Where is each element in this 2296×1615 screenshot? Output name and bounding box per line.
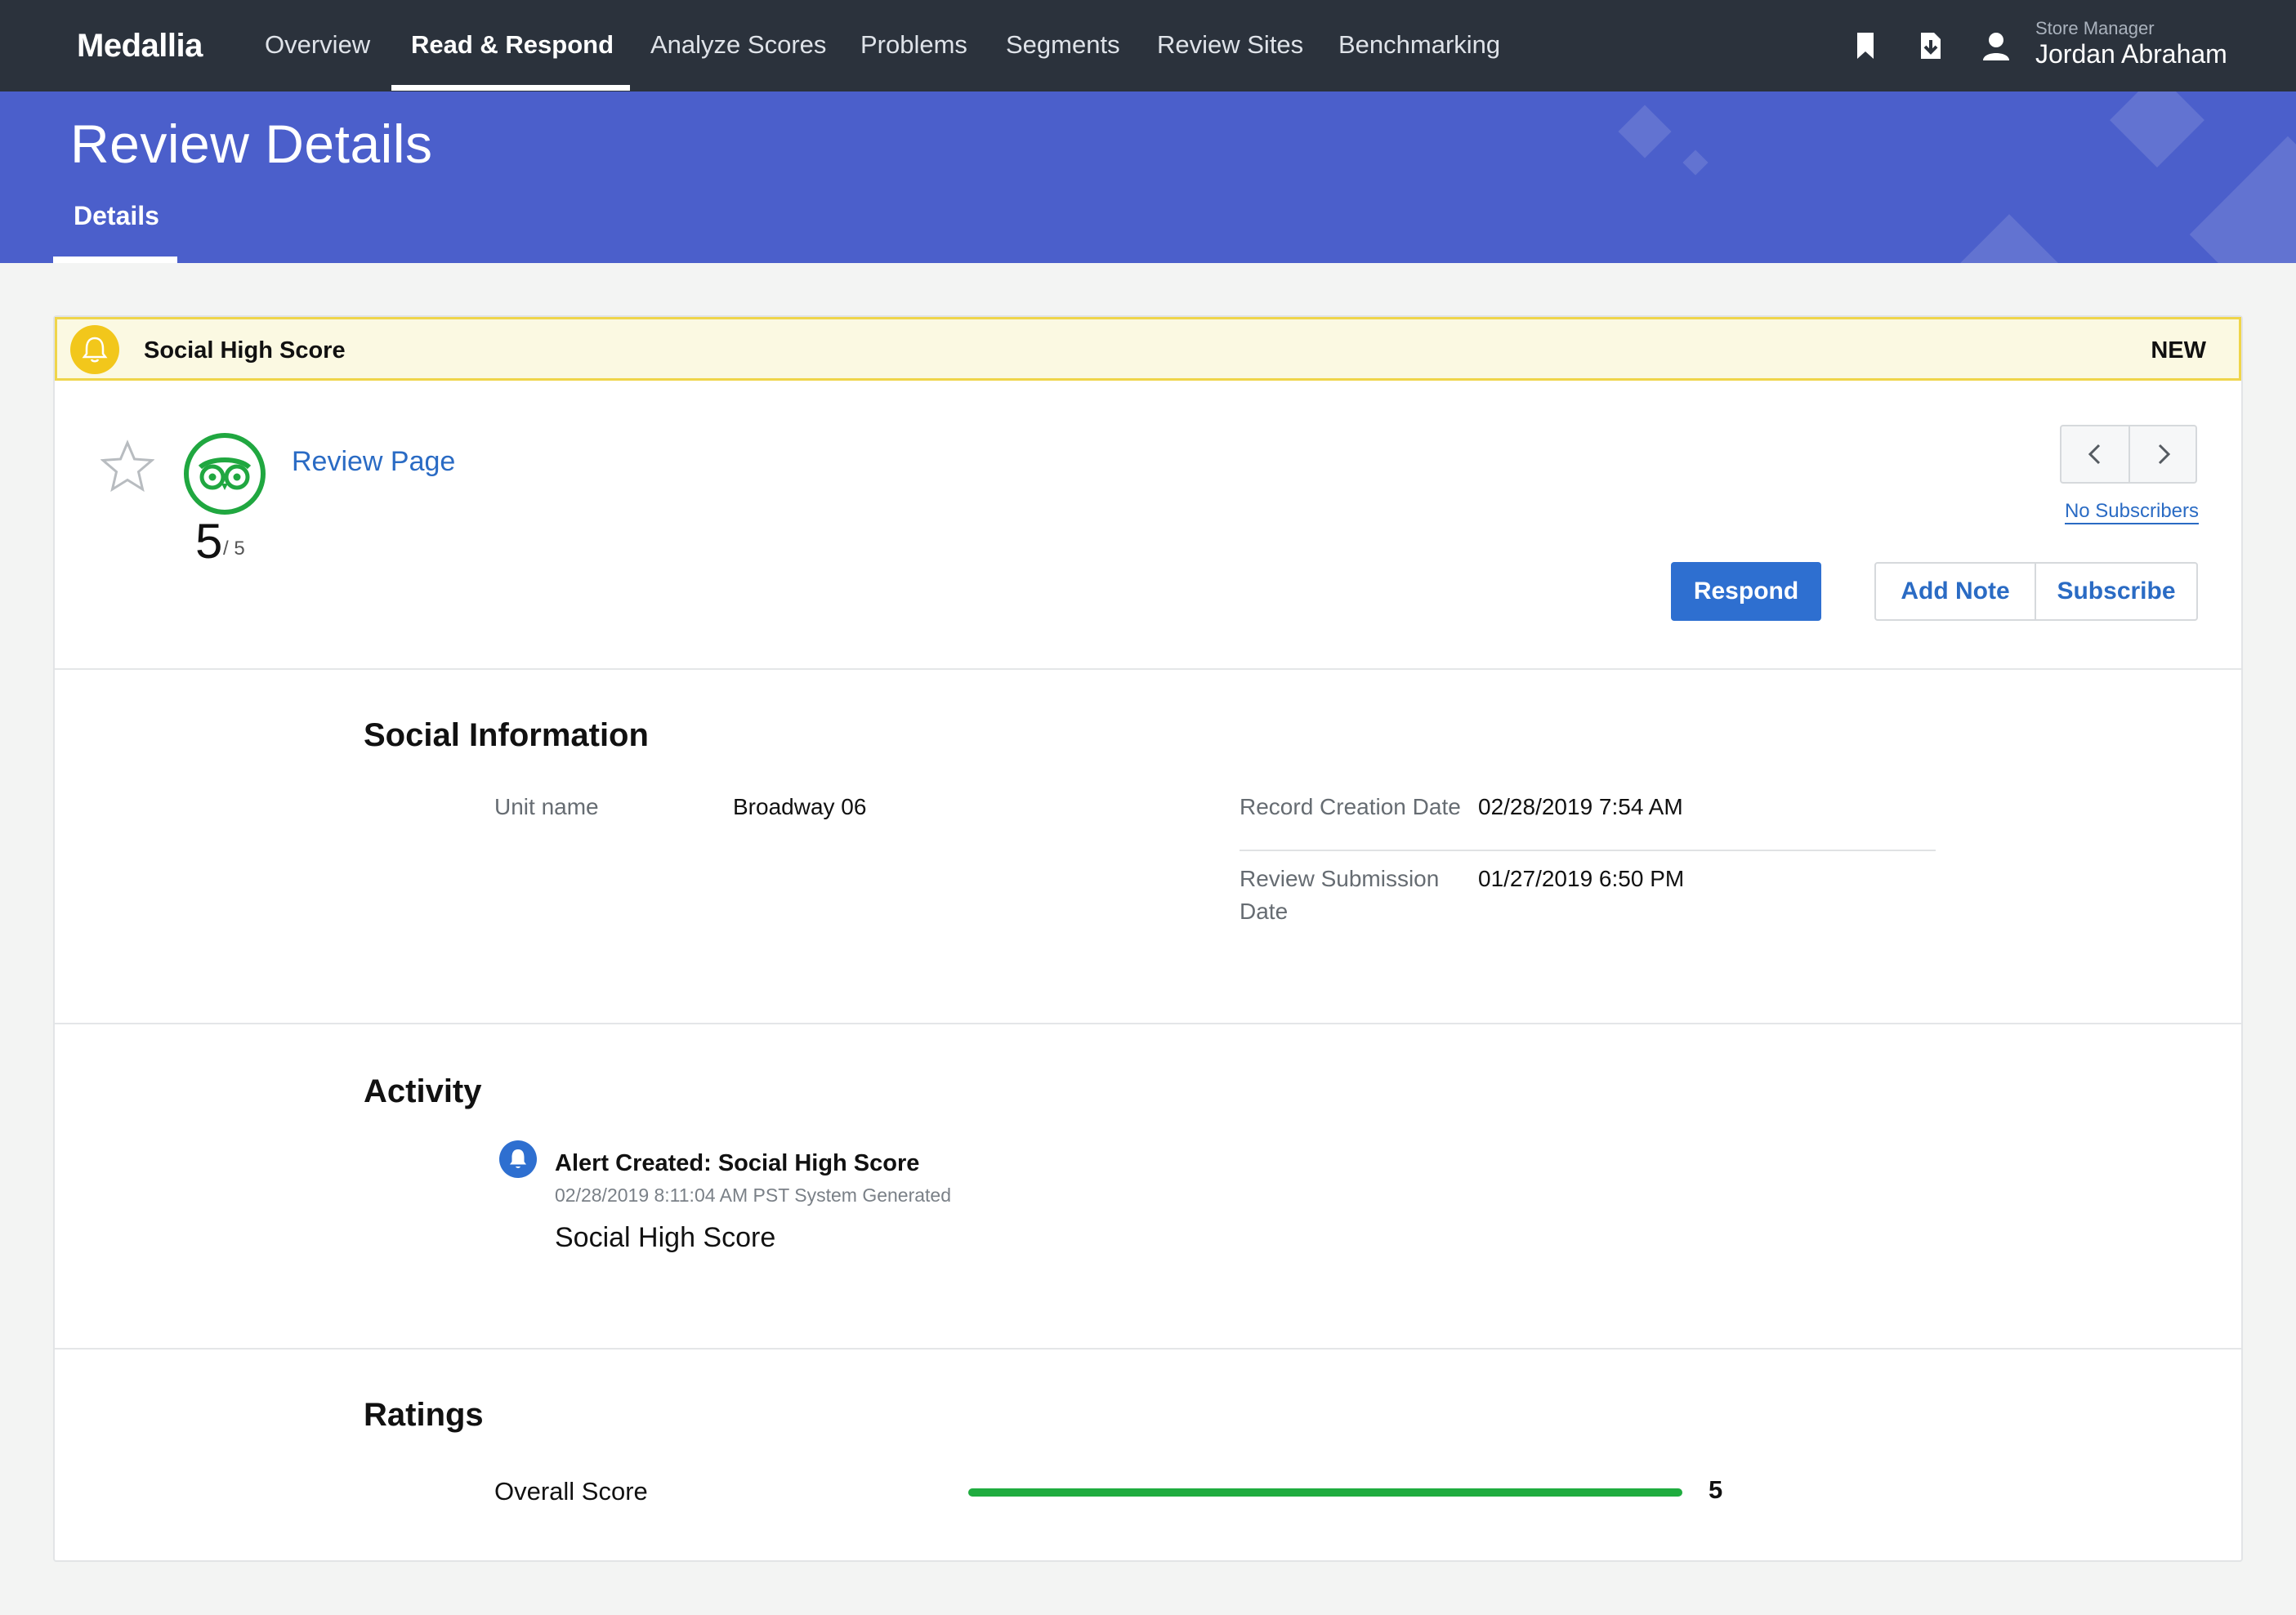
field-separator <box>1240 850 1936 851</box>
nav-item-benchmarking[interactable]: Benchmarking <box>1338 0 1500 91</box>
review-score: 5 <box>195 514 223 569</box>
review-page-link[interactable]: Review Page <box>292 446 455 478</box>
overall-score-value: 5 <box>1709 1475 1723 1504</box>
user-name[interactable]: Jordan Abraham <box>2035 39 2227 69</box>
user-icon[interactable] <box>1980 29 2012 62</box>
decorative-diamond <box>1954 214 2065 263</box>
activity-entry-meta: 02/28/2019 8:11:04 AM PST System Generat… <box>555 1184 952 1206</box>
decorative-diamond <box>2110 91 2204 167</box>
page-header: Review Details Details <box>0 91 2296 263</box>
nav-item-review-sites[interactable]: Review Sites <box>1157 0 1303 91</box>
overall-score-bar <box>968 1488 1682 1497</box>
social-information-title: Social Information <box>364 717 649 753</box>
previous-review-button[interactable] <box>2061 426 2128 482</box>
alert-title: Social High Score <box>144 337 346 364</box>
subscribe-button[interactable]: Subscribe <box>2036 564 2196 619</box>
nav-item-overview[interactable]: Overview <box>265 0 370 91</box>
add-note-button[interactable]: Add Note <box>1876 564 2035 619</box>
activity-title: Activity <box>364 1073 482 1109</box>
activity-entry-body: Social High Score <box>555 1222 776 1253</box>
review-card: Social High Score NEW 5 / 5 Review Page … <box>53 315 2243 1562</box>
decorative-diamond <box>1618 105 1672 158</box>
review-submission-date-label-line1: Review Submission <box>1240 866 1440 891</box>
overall-score-label: Overall Score <box>494 1477 648 1506</box>
nav-item-segments[interactable]: Segments <box>1006 0 1120 91</box>
alert-banner: Social High Score NEW <box>55 317 2241 381</box>
bell-icon <box>70 325 119 374</box>
page-title: Review Details <box>70 114 433 174</box>
medallia-logo[interactable]: Medallia <box>77 0 203 91</box>
record-creation-date-label: Record Creation Date <box>1240 794 1461 819</box>
review-submission-date-label-line2: Date <box>1240 899 1289 924</box>
active-tab-indicator <box>53 257 177 263</box>
bookmark-icon[interactable] <box>1849 29 1882 62</box>
tab-details[interactable]: Details <box>74 201 159 231</box>
nav-item-analyze-scores[interactable]: Analyze Scores <box>650 0 826 91</box>
next-review-button[interactable] <box>2130 426 2197 482</box>
section-divider <box>55 668 2241 670</box>
unit-name-value: Broadway 06 <box>733 794 867 819</box>
nav-item-problems[interactable]: Problems <box>860 0 967 91</box>
alert-status-badge: NEW <box>2151 337 2206 364</box>
decorative-diamond <box>1682 149 1709 176</box>
overall-score-bar-fill <box>968 1488 1682 1497</box>
record-creation-date-value: 02/28/2019 7:54 AM <box>1478 794 1683 819</box>
review-score-max: / 5 <box>223 538 245 560</box>
tripadvisor-owl-icon <box>184 433 266 515</box>
active-nav-indicator <box>391 85 630 91</box>
no-subscribers-link[interactable]: No Subscribers <box>2064 500 2199 524</box>
section-divider <box>55 1348 2241 1350</box>
respond-button[interactable]: Respond <box>1671 562 1821 621</box>
review-submission-date-value: 01/27/2019 6:50 PM <box>1478 866 1685 891</box>
activity-entry-title: Alert Created: Social High Score <box>555 1150 920 1176</box>
top-navigation-bar: Medallia Overview Read & Respond Analyze… <box>0 0 2296 91</box>
review-pager <box>2060 425 2197 484</box>
action-button-group: Add Note Subscribe <box>1874 562 2198 621</box>
user-role: Store Manager <box>2035 18 2155 38</box>
nav-item-read-respond[interactable]: Read & Respond <box>411 0 614 91</box>
download-icon[interactable] <box>1914 29 1947 62</box>
unit-name-label: Unit name <box>494 794 599 819</box>
section-divider <box>55 1023 2241 1024</box>
alert-bell-icon <box>499 1140 537 1178</box>
decorative-diamond <box>2189 136 2296 263</box>
favorite-star-icon[interactable] <box>100 439 155 493</box>
ratings-title: Ratings <box>364 1397 484 1433</box>
